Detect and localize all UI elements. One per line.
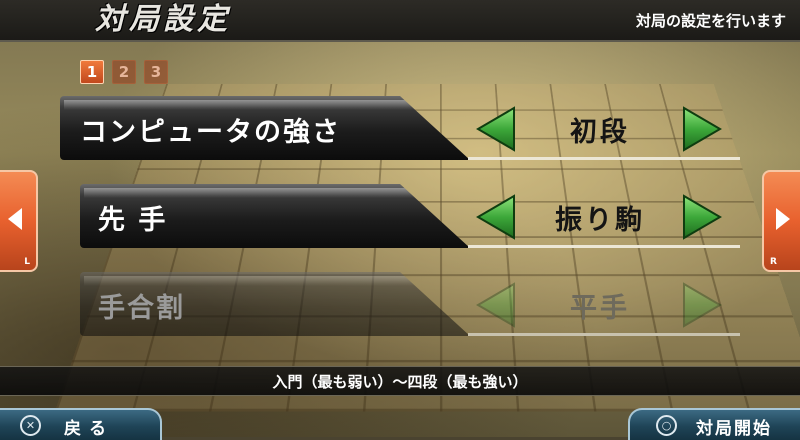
page-title: 対局設定 [95,2,231,37]
arrow-right-icon[interactable] [680,192,724,242]
back-button-label: 戻る [64,419,114,439]
page-tabs: 1 2 3 [80,60,168,84]
option-computer-strength[interactable]: コンピュータの強さ 初段 [60,96,740,162]
option-first-move[interactable]: 先 手 振り駒 [60,184,740,250]
option-value: 初段 [570,117,630,148]
l-key-label: L [24,257,30,267]
triangle-right-icon [776,208,790,230]
r-key-label: R [770,257,777,267]
hint-text: 入門（最も弱い）〜四段（最も強い） [272,373,528,391]
page-tab-3[interactable]: 3 [144,60,168,84]
page-description: 対局の設定を行います [635,12,786,30]
arrow-right-icon[interactable] [680,104,724,154]
page-tab-2[interactable]: 2 [112,60,136,84]
hint-bar: 入門（最も弱い）〜四段（最も強い） [0,366,800,396]
back-button[interactable]: ✕ 戻る [0,408,162,440]
start-game-button-label: 対局開始 [696,419,772,439]
title-bar: 対局設定 対局の設定を行います [0,0,800,42]
arrow-right-icon [680,280,724,330]
arrow-left-icon[interactable] [474,192,518,242]
option-label: 手合割 [98,293,185,324]
arrow-left-icon [474,280,518,330]
option-label: 先 手 [98,205,168,236]
start-game-button[interactable]: ○ 対局開始 [628,408,800,440]
triangle-left-icon [8,208,22,230]
cross-button-icon: ✕ [20,415,41,436]
page-tab-1[interactable]: 1 [80,60,104,84]
option-underline [468,333,740,336]
option-value: 平手 [570,293,630,324]
option-value: 振り駒 [555,205,645,236]
option-handicap: 手合割 平手 [60,272,740,338]
circle-button-icon: ○ [656,415,677,436]
option-underline [468,245,740,248]
prev-page-tab[interactable]: L [0,170,38,272]
option-label: コンピュータの強さ [80,117,341,148]
arrow-left-icon[interactable] [474,104,518,154]
option-underline [468,157,740,160]
next-page-tab[interactable]: R [762,170,800,272]
